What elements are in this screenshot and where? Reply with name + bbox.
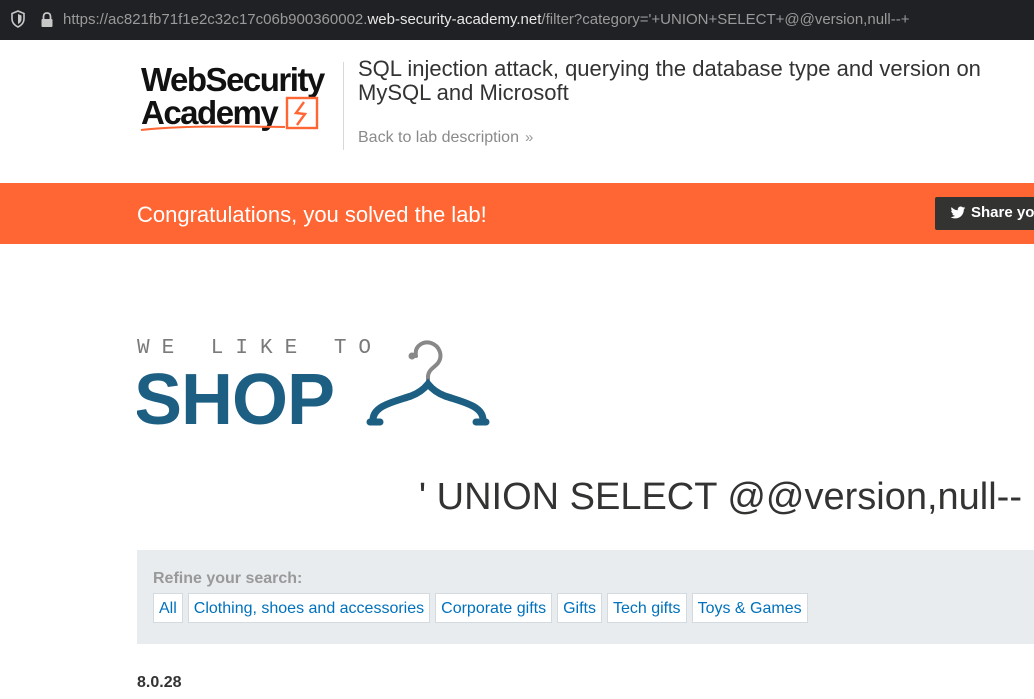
search-heading: ' UNION SELECT @@version,null--: [418, 476, 1022, 518]
lab-title-line-1: SQL injection attack, querying the datab…: [358, 56, 981, 81]
double-chevron-right-icon: »: [524, 129, 534, 146]
lock-icon[interactable]: [39, 11, 55, 29]
we-like-to-shop-logo[interactable]: WE LIKE TO SHOP: [137, 336, 492, 431]
filter-gifts[interactable]: Gifts: [557, 593, 602, 623]
lab-title: SQL injection attack, querying the datab…: [358, 57, 981, 105]
share-button-label: Share your skills!: [971, 204, 1034, 221]
filter-clothing-shoes-accessories[interactable]: Clothing, shoes and accessories: [187, 593, 431, 623]
header-divider: [343, 62, 344, 150]
web-security-academy-logo[interactable]: WebSecurity Academy: [137, 60, 342, 136]
url-text[interactable]: https://ac821fb71f1e2c32c17c06b900360002…: [63, 11, 909, 28]
back-link-label: Back to lab description: [358, 129, 519, 146]
url-path: /filter?category='+UNION+SELECT+@@versio…: [541, 11, 910, 28]
back-to-lab-description-link[interactable]: Back to lab description »: [358, 129, 533, 147]
category-filter-list: All Clothing, shoes and accessories Corp…: [153, 593, 813, 623]
browser-url-bar[interactable]: https://ac821fb71f1e2c32c17c06b900360002…: [0, 0, 1034, 41]
hanger-icon: [366, 340, 490, 426]
url-domain: web-security-academy.net: [367, 11, 542, 28]
filter-all[interactable]: All: [153, 593, 183, 623]
refine-search-label: Refine your search:: [153, 570, 303, 587]
filter-tech-gifts[interactable]: Tech gifts: [606, 593, 687, 623]
shop-logo-tagline: WE LIKE TO: [137, 337, 383, 360]
lab-solved-banner: Congratulations, you solved the lab! Sha…: [0, 183, 1034, 244]
shop-logo-word: SHOP: [137, 360, 334, 431]
shield-icon[interactable]: [10, 10, 26, 28]
logo-line-1: WebSecurity: [141, 61, 326, 98]
filter-corporate-gifts[interactable]: Corporate gifts: [435, 593, 553, 623]
academy-header: WebSecurity Academy SQL injection attack…: [0, 40, 1034, 183]
filter-toys-games[interactable]: Toys & Games: [691, 593, 808, 623]
congratulations-message: Congratulations, you solved the lab!: [137, 202, 487, 227]
result-row-heading: 8.0.28: [137, 674, 182, 691]
share-skills-button[interactable]: Share your skills!: [935, 197, 1034, 230]
twitter-icon: [950, 206, 966, 219]
lab-title-line-2: MySQL and Microsoft: [358, 80, 569, 105]
filter-panel: Refine your search: All Clothing, shoes …: [137, 550, 1034, 644]
url-prefix: https://ac821fb71f1e2c32c17c06b900360002…: [63, 11, 368, 28]
logo-line-2: Academy: [141, 94, 279, 131]
